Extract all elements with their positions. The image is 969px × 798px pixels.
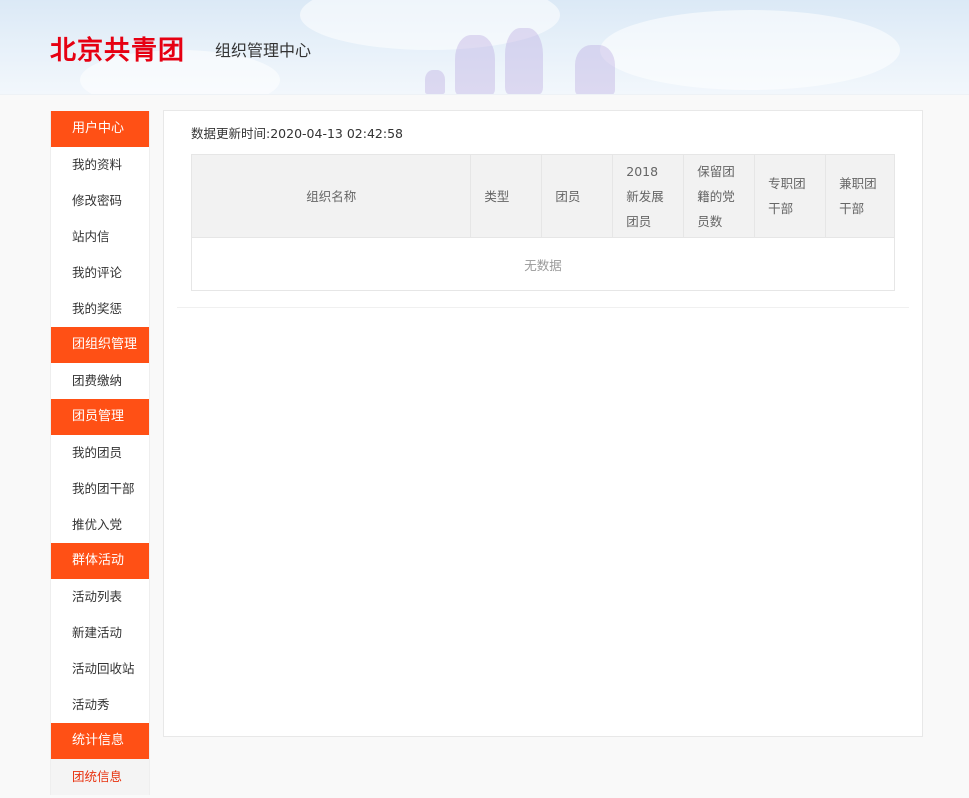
sidebar-item-my-members[interactable]: 我的团员 xyxy=(51,435,149,471)
header-cloud xyxy=(600,10,900,90)
banner-figure xyxy=(505,28,543,94)
col-type[interactable]: 类型 xyxy=(470,154,543,238)
update-time-value: 2020-04-13 02:42:58 xyxy=(270,126,403,141)
sidebar-item-dues-payment[interactable]: 团费缴纳 xyxy=(51,363,149,399)
sidebar-section-user-center: 用户中心 xyxy=(51,111,149,147)
content-divider xyxy=(177,307,909,308)
col-2018-new-members[interactable]: 2018新发展团员 xyxy=(612,154,685,238)
empty-state-text: 无数据 xyxy=(191,237,895,291)
sidebar-section-org-management: 团组织管理 xyxy=(51,327,149,363)
col-retained-party-members[interactable]: 保留团籍的党员数 xyxy=(683,154,756,238)
sidebar-item-my-comments[interactable]: 我的评论 xyxy=(51,255,149,291)
sidebar-nav: 用户中心 我的资料 修改密码 站内信 我的评论 我的奖惩 团组织管理 团费缴纳 … xyxy=(50,111,150,795)
banner-figure xyxy=(425,70,445,94)
col-org-name[interactable]: 组织名称 xyxy=(190,154,472,238)
main-panel: 数据更新时间:2020-04-13 02:42:58 组织名称 类型 团员 20… xyxy=(163,110,923,737)
sidebar-item-activity-show[interactable]: 活动秀 xyxy=(51,687,149,723)
stats-table: 组织名称 类型 团员 2018新发展团员 保留团籍的党员数 专职团干部 兼职团干… xyxy=(190,154,895,291)
sidebar-section-statistics: 统计信息 xyxy=(51,723,149,759)
sidebar-item-rewards[interactable]: 我的奖惩 xyxy=(51,291,149,327)
col-fulltime-cadres[interactable]: 专职团干部 xyxy=(754,154,827,238)
update-time-label: 数据更新时间: xyxy=(191,126,271,141)
page-subtitle: 组织管理中心 xyxy=(215,41,312,60)
sidebar-section-member-management: 团员管理 xyxy=(51,399,149,435)
sidebar-item-my-profile[interactable]: 我的资料 xyxy=(51,147,149,183)
data-update-time: 数据更新时间:2020-04-13 02:42:58 xyxy=(191,123,403,142)
banner-figure xyxy=(455,35,495,94)
sidebar-item-activity-recycle[interactable]: 活动回收站 xyxy=(51,651,149,687)
table-header-row: 组织名称 类型 团员 2018新发展团员 保留团籍的党员数 专职团干部 兼职团干… xyxy=(190,154,895,238)
col-members[interactable]: 团员 xyxy=(541,154,614,238)
col-parttime-cadres[interactable]: 兼职团干部 xyxy=(825,154,895,238)
sidebar-item-party-recommend[interactable]: 推优入党 xyxy=(51,507,149,543)
site-logo[interactable]: 北京共青团 xyxy=(50,30,185,67)
sidebar-section-group-activities: 群体活动 xyxy=(51,543,149,579)
sidebar-item-change-password[interactable]: 修改密码 xyxy=(51,183,149,219)
table-row: 无数据 xyxy=(191,237,895,291)
sidebar-item-activity-list[interactable]: 活动列表 xyxy=(51,579,149,615)
page-header: 北京共青团 组织管理中心 xyxy=(0,0,969,95)
sidebar-item-messages[interactable]: 站内信 xyxy=(51,219,149,255)
sidebar-item-new-activity[interactable]: 新建活动 xyxy=(51,615,149,651)
sidebar-item-my-cadres[interactable]: 我的团干部 xyxy=(51,471,149,507)
sidebar-item-league-statistics[interactable]: 团统信息 xyxy=(51,759,149,795)
banner-figure xyxy=(575,45,615,94)
